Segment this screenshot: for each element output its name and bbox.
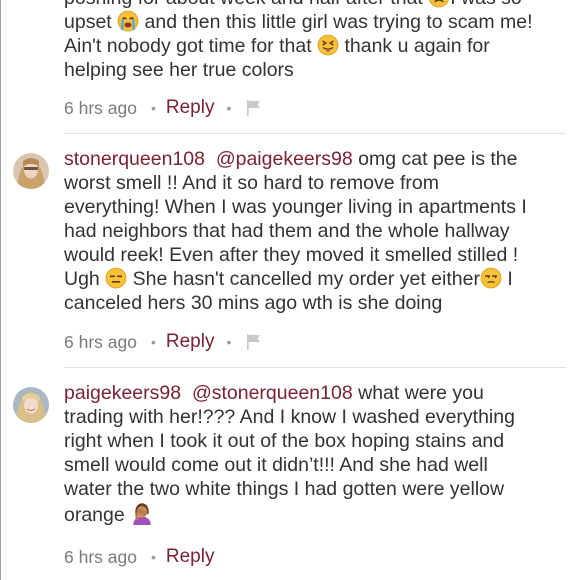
comment-body: stonerqueen108 @paigekeers98 omg cat pee… — [64, 147, 569, 315]
comment-line: Ugh She hasn't cancelled my order yet ei… — [64, 267, 513, 290]
comment-line: right when I took it out of the box hopi… — [64, 430, 505, 452]
comment-line: had neighbors that had them and the whol… — [64, 220, 510, 242]
mention-link[interactable]: @paigekeers98 — [216, 148, 353, 170]
comment-body: paigekeers98 @stonerqueen108 what were y… — [64, 381, 569, 527]
avatar-image — [13, 153, 49, 189]
comment-divider — [64, 367, 566, 368]
flag-icon[interactable] — [245, 99, 263, 117]
comment-meta: 6 hrs ago • Reply • — [64, 330, 263, 354]
separator-dot: • — [226, 334, 232, 350]
flag-icon[interactable] — [245, 333, 263, 351]
avatar[interactable] — [13, 153, 49, 189]
comment-line: upset and then this little girl was tryi… — [64, 10, 533, 33]
comment-line: trading with her!??? And I know I washed… — [64, 406, 515, 428]
comment-line: stonerqueen108 @paigekeers98 omg cat pee… — [64, 148, 518, 170]
comment-line: water the two white things I had gotten … — [64, 478, 505, 500]
expressionless-face-emoji-icon — [105, 267, 127, 289]
separator-dot: • — [150, 100, 156, 116]
comment-line: smell would come out it didn’t!!! And sh… — [64, 454, 488, 476]
reply-button[interactable]: Reply — [166, 546, 215, 568]
comment-line: everything! When I was younger living in… — [64, 196, 527, 218]
comment-line: orange — [64, 501, 569, 527]
comment-body: poshing for about week and half after th… — [64, 0, 569, 82]
comment-line: canceled hers 30 mins ago wth is she doi… — [64, 292, 443, 314]
comment-line: Ain't nobody got time for that thank u a… — [64, 34, 490, 57]
comment-meta: 6 hrs ago • Reply • — [64, 96, 263, 120]
avatar[interactable] — [13, 387, 49, 423]
reply-button[interactable]: Reply — [166, 331, 215, 353]
left-border — [0, 0, 1, 580]
comment-line: would reek! Even after they moved it sme… — [64, 244, 519, 266]
loudly-crying-face-emoji-icon — [117, 10, 139, 32]
separator-dot: • — [226, 100, 232, 116]
reply-button[interactable]: Reply — [166, 97, 215, 119]
comment-divider — [64, 133, 566, 134]
frowning-face-emoji-icon — [429, 0, 450, 8]
woman-facepalming-emoji-icon — [133, 503, 151, 525]
separator-dot: • — [150, 549, 156, 565]
squinting-tongue-face-emoji-icon — [317, 34, 339, 56]
comment-line: helping see her true colors — [64, 59, 294, 81]
comment-thread: poshing for about week and half after th… — [0, 0, 580, 580]
username-link[interactable]: stonerqueen108 — [64, 148, 205, 170]
timestamp: 6 hrs ago — [64, 331, 137, 352]
timestamp: 6 hrs ago — [64, 97, 137, 118]
avatar-image — [13, 387, 49, 423]
timestamp: 6 hrs ago — [64, 546, 137, 567]
comment-line: worst smell !! And it so hard to remove … — [64, 172, 439, 194]
comment-line: paigekeers98 @stonerqueen108 what were y… — [64, 382, 484, 404]
comment-meta: 6 hrs ago • Reply — [64, 545, 214, 569]
mention-link[interactable]: @stonerqueen108 — [192, 382, 353, 404]
separator-dot: • — [150, 334, 156, 350]
comment-line: poshing for about week and half after th… — [64, 0, 569, 10]
username-link[interactable]: paigekeers98 — [64, 382, 181, 404]
unamused-face-emoji-icon — [480, 267, 502, 289]
